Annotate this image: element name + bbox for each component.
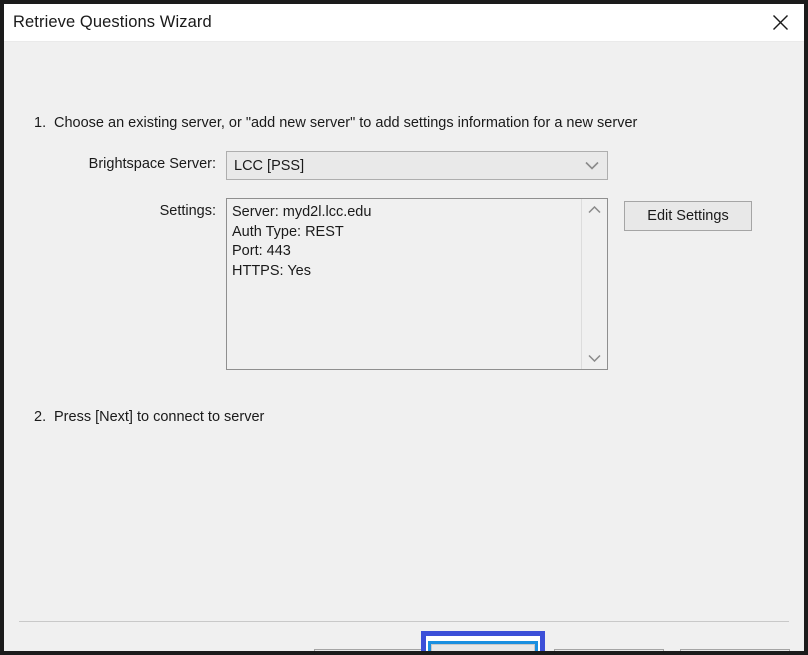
cancel-button[interactable]: Cancel — [554, 649, 664, 651]
settings-textbox[interactable]: Server: myd2l.lcc.edu Auth Type: REST Po… — [226, 198, 608, 370]
chevron-down-icon[interactable] — [582, 347, 607, 369]
step-2-text: Press [Next] to connect to server — [54, 409, 265, 425]
server-selected-value: LCC [PSS] — [234, 157, 305, 174]
back-button[interactable]: < Back — [314, 649, 424, 651]
next-button[interactable]: Next > — [431, 644, 535, 651]
step-1-instruction: 1. Choose an existing server, or "add new… — [34, 115, 637, 131]
settings-scrollbar[interactable] — [581, 199, 607, 369]
step-1-text: Choose an existing server, or "add new s… — [54, 115, 638, 131]
step-2-number: 2. — [34, 409, 47, 425]
window-title: Retrieve Questions Wizard — [13, 13, 212, 31]
step-2-instruction: 2. Press [Next] to connect to server — [34, 409, 264, 425]
next-button-focus-ring: Next > — [428, 641, 538, 651]
footer-separator — [19, 621, 789, 622]
edit-settings-button[interactable]: Edit Settings — [624, 201, 752, 231]
help-button[interactable]: Help — [680, 649, 790, 651]
dialog-body: 1. Choose an existing server, or "add new… — [4, 42, 804, 651]
next-button-highlight: Next > — [421, 631, 545, 651]
settings-label: Settings: — [159, 203, 216, 219]
wizard-dialog: Retrieve Questions Wizard 1. Choose an ex… — [4, 4, 804, 651]
brightspace-server-dropdown[interactable]: LCC [PSS] — [226, 151, 608, 180]
chevron-down-icon — [577, 161, 607, 170]
settings-text-value: Server: myd2l.lcc.edu Auth Type: REST Po… — [232, 204, 372, 279]
step-1-number: 1. — [34, 115, 47, 131]
screen-frame: Retrieve Questions Wizard 1. Choose an ex… — [0, 0, 808, 655]
close-icon[interactable] — [757, 4, 804, 40]
server-label: Brightspace Server: — [88, 156, 216, 172]
chevron-up-icon[interactable] — [582, 199, 607, 221]
title-bar: Retrieve Questions Wizard — [4, 4, 804, 42]
